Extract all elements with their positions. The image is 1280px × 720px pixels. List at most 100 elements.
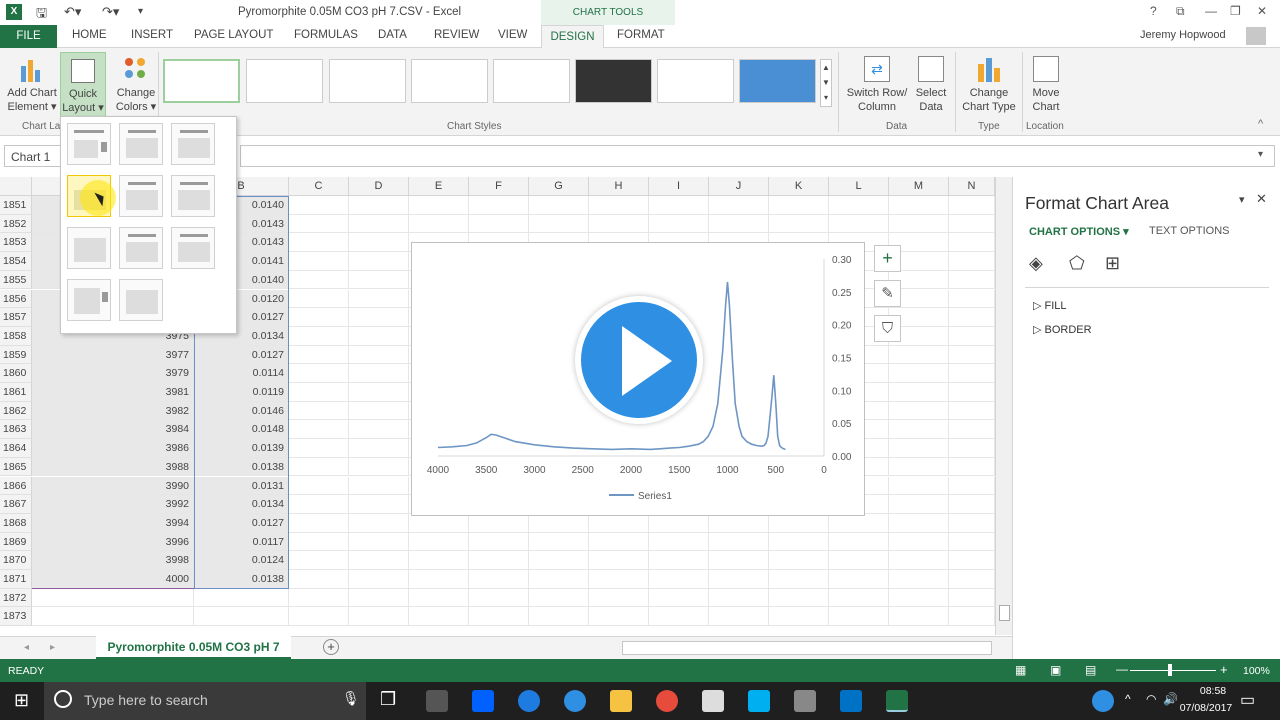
minimize-icon[interactable]: — xyxy=(1205,4,1217,18)
layout-option-8[interactable] xyxy=(119,227,163,269)
cell-empty[interactable] xyxy=(349,476,409,496)
layout-option-7[interactable] xyxy=(67,227,111,269)
cell-empty[interactable] xyxy=(289,308,349,327)
cell-empty[interactable] xyxy=(289,270,349,290)
cell-empty[interactable] xyxy=(709,532,769,552)
cell-empty[interactable] xyxy=(409,214,469,234)
cell-b[interactable]: 0.0148 xyxy=(194,420,289,440)
cell-empty[interactable] xyxy=(709,570,769,589)
page-layout-view-icon[interactable]: ▣ xyxy=(1050,663,1061,677)
cell-empty[interactable] xyxy=(889,607,949,627)
cell-empty[interactable] xyxy=(889,345,949,365)
cell-a[interactable]: 3977 xyxy=(32,345,194,365)
cell-empty[interactable] xyxy=(529,196,589,215)
app-icon[interactable] xyxy=(794,690,816,712)
zoom-level[interactable]: 100% xyxy=(1243,665,1270,677)
cell-empty[interactable] xyxy=(709,607,769,627)
cell-empty[interactable] xyxy=(409,570,469,589)
sheet-tab[interactable]: Pyromorphite 0.05M CO3 pH 7 xyxy=(96,636,291,659)
cell-empty[interactable] xyxy=(829,532,889,552)
chart-filters-icon[interactable]: ⛉ xyxy=(874,315,901,342)
change-colors-button[interactable]: Change Colors ▾ xyxy=(110,56,162,114)
cell-empty[interactable] xyxy=(889,383,949,402)
cell-a[interactable]: 3982 xyxy=(32,401,194,421)
horizontal-scrollbar[interactable] xyxy=(622,641,992,655)
column-header[interactable]: G xyxy=(529,177,589,196)
cell-empty[interactable] xyxy=(949,588,995,608)
cell-empty[interactable] xyxy=(889,532,949,552)
pane-close-icon[interactable]: ✕ xyxy=(1256,191,1267,207)
cell-empty[interactable] xyxy=(769,607,829,627)
cell-empty[interactable] xyxy=(649,214,709,234)
cell-empty[interactable] xyxy=(949,383,995,402)
chart-elements-icon[interactable]: + xyxy=(874,245,901,272)
cell-b[interactable]: 0.0134 xyxy=(194,495,289,514)
cell-empty[interactable] xyxy=(469,570,529,589)
select-all-corner[interactable] xyxy=(0,177,32,196)
cell-empty[interactable] xyxy=(769,570,829,589)
cell-a[interactable]: 3988 xyxy=(32,457,194,477)
save-icon[interactable]: 🖫 xyxy=(36,4,47,26)
cell-empty[interactable] xyxy=(289,420,349,440)
cell-b[interactable] xyxy=(194,607,289,627)
next-sheet-icon[interactable]: ▸ xyxy=(50,642,55,653)
cell-empty[interactable] xyxy=(649,551,709,570)
column-header[interactable]: H xyxy=(589,177,649,196)
quick-layout-button[interactable]: Quick Layout ▾ xyxy=(60,52,106,118)
cell-empty[interactable] xyxy=(289,345,349,365)
chart-style-4[interactable] xyxy=(411,59,488,103)
zoom-out-icon[interactable]: — xyxy=(1116,662,1128,676)
column-header[interactable]: N xyxy=(949,177,995,196)
cell-empty[interactable] xyxy=(889,364,949,383)
cell-empty[interactable] xyxy=(349,532,409,552)
network-icon[interactable]: ◠ xyxy=(1146,692,1156,706)
column-header[interactable]: J xyxy=(709,177,769,196)
select-data-button[interactable]: Select Data xyxy=(912,56,950,114)
cell-empty[interactable] xyxy=(889,214,949,234)
row-header[interactable]: 1858 xyxy=(0,326,32,346)
pane-options-icon[interactable]: ▾ xyxy=(1239,193,1245,206)
cell-b[interactable]: 0.0138 xyxy=(194,570,289,589)
customize-qat-icon[interactable]: ▾ xyxy=(138,6,143,17)
cell-empty[interactable] xyxy=(649,607,709,627)
cell-empty[interactable] xyxy=(349,383,409,402)
cell-empty[interactable] xyxy=(709,588,769,608)
cell-empty[interactable] xyxy=(529,214,589,234)
cell-empty[interactable] xyxy=(409,588,469,608)
row-header[interactable]: 1866 xyxy=(0,476,32,496)
cell-empty[interactable] xyxy=(289,364,349,383)
cell-empty[interactable] xyxy=(709,214,769,234)
page-break-view-icon[interactable]: ▤ xyxy=(1085,663,1096,677)
mail-icon[interactable] xyxy=(702,690,724,712)
cell-empty[interactable] xyxy=(769,588,829,608)
cell-empty[interactable] xyxy=(769,532,829,552)
tab-text-options[interactable]: TEXT OPTIONS xyxy=(1149,225,1229,237)
cell-empty[interactable] xyxy=(529,551,589,570)
windows-start-icon[interactable]: ⊞ xyxy=(14,690,29,711)
cell-b[interactable]: 0.0119 xyxy=(194,383,289,402)
cell-empty[interactable] xyxy=(349,420,409,440)
cell-empty[interactable] xyxy=(949,551,995,570)
row-header[interactable]: 1854 xyxy=(0,252,32,271)
zoom-slider-thumb[interactable] xyxy=(1168,664,1172,676)
chart-styles-scroll[interactable]: ▲ ▼ ▾ xyxy=(820,59,832,107)
cell-b[interactable]: 0.0138 xyxy=(194,457,289,477)
cell-a[interactable]: 3981 xyxy=(32,383,194,402)
help-tray-icon[interactable] xyxy=(1092,690,1114,712)
cell-empty[interactable] xyxy=(829,196,889,215)
clock-time[interactable]: 08:58 xyxy=(1184,685,1242,697)
cell-empty[interactable] xyxy=(409,532,469,552)
cell-empty[interactable] xyxy=(469,214,529,234)
chart-style-5[interactable] xyxy=(493,59,570,103)
cell-empty[interactable] xyxy=(949,439,995,458)
cell-empty[interactable] xyxy=(349,607,409,627)
cell-empty[interactable] xyxy=(349,345,409,365)
cell-empty[interactable] xyxy=(949,196,995,215)
row-header[interactable]: 1853 xyxy=(0,233,32,253)
cell-empty[interactable] xyxy=(529,532,589,552)
cell-empty[interactable] xyxy=(349,401,409,421)
tray-expand-icon[interactable]: ^ xyxy=(1125,692,1131,706)
row-header[interactable]: 1867 xyxy=(0,495,32,514)
help-icon[interactable]: ? xyxy=(1150,4,1157,18)
chart-style-2[interactable] xyxy=(246,59,323,103)
